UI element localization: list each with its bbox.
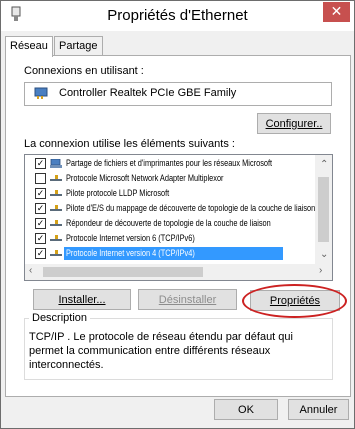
tab-partage[interactable]: Partage bbox=[54, 36, 103, 56]
list-item[interactable]: ✓ Pilote protocole LLDP Microsoft bbox=[25, 187, 315, 200]
item-checkbox[interactable]: ✓ bbox=[35, 158, 46, 169]
list-item[interactable]: ✓ Répondeur de découverte de topologie d… bbox=[25, 217, 315, 230]
scroll-up-icon[interactable]: ⌃ bbox=[320, 159, 328, 170]
item-label: Partage de fichiers et d'imprimantes pou… bbox=[66, 158, 273, 168]
vertical-scrollbar[interactable]: ⌃ ⌄ bbox=[315, 155, 332, 264]
install-button[interactable]: Installer... bbox=[33, 289, 131, 310]
vertical-scroll-thumb[interactable] bbox=[318, 177, 329, 242]
ethernet-properties-dialog: Propriétés d'Ethernet ✕ Réseau Partage C… bbox=[0, 0, 355, 429]
item-label: Protocole Microsoft Network Adapter Mult… bbox=[66, 173, 224, 183]
tab-reseau[interactable]: Réseau bbox=[5, 36, 53, 57]
protocol-icon bbox=[50, 190, 62, 196]
scroll-left-icon[interactable]: ‹ bbox=[29, 265, 32, 276]
list-item-selected[interactable]: ✓ Protocole Internet version 4 (TCP/IPv4… bbox=[25, 247, 315, 260]
connect-using-label: Connexions en utilisant : bbox=[24, 65, 144, 77]
item-label: Pilote d'E/S du mappage de découverte de… bbox=[66, 203, 316, 213]
item-checkbox[interactable] bbox=[35, 173, 46, 184]
item-checkbox[interactable]: ✓ bbox=[35, 233, 46, 244]
network-share-icon bbox=[50, 159, 62, 168]
item-label: Protocole Internet version 4 (TCP/IPv4) bbox=[66, 248, 195, 258]
horizontal-scrollbar[interactable]: ‹ › bbox=[25, 264, 332, 280]
list-item[interactable]: ✓ Pilote d'E/S du mappage de découverte … bbox=[25, 202, 315, 215]
item-label: Pilote protocole LLDP Microsoft bbox=[66, 188, 170, 198]
protocol-icon bbox=[50, 175, 62, 181]
ok-button[interactable]: OK bbox=[214, 399, 278, 420]
list-item[interactable]: Protocole Microsoft Network Adapter Mult… bbox=[25, 172, 315, 185]
scroll-down-icon[interactable]: ⌄ bbox=[320, 249, 328, 260]
configure-button-label: Configurer.. bbox=[265, 118, 323, 130]
adapter-box: Controller Realtek PCIe GBE Family bbox=[24, 82, 332, 106]
item-checkbox[interactable]: ✓ bbox=[35, 203, 46, 214]
list-item[interactable]: ✓ Protocole Internet version 6 (TCP/IPv6… bbox=[25, 232, 315, 245]
description-text: TCP/IP . Le protocole de réseau étendu p… bbox=[29, 331, 293, 371]
item-checkbox[interactable]: ✓ bbox=[35, 248, 46, 259]
uninstall-button[interactable]: Désinstaller bbox=[138, 289, 237, 310]
close-button[interactable]: ✕ bbox=[323, 2, 350, 22]
items-label: La connexion utilise les éléments suivan… bbox=[24, 138, 235, 150]
highlight-ellipse bbox=[242, 284, 347, 318]
uninstall-button-label: Désinstaller bbox=[158, 294, 217, 306]
description-label: Description bbox=[29, 312, 91, 324]
protocol-icon bbox=[50, 205, 62, 211]
protocol-icon bbox=[50, 235, 62, 241]
item-label: Protocole Internet version 6 (TCP/IPv6) bbox=[66, 233, 195, 243]
item-checkbox[interactable]: ✓ bbox=[35, 188, 46, 199]
cancel-button[interactable]: Annuler bbox=[288, 399, 349, 420]
title-bar: Propriétés d'Ethernet ✕ bbox=[1, 1, 354, 31]
protocol-icon bbox=[50, 250, 62, 256]
network-card-icon bbox=[34, 87, 48, 99]
protocol-icon bbox=[50, 220, 62, 226]
horizontal-scroll-thumb[interactable] bbox=[43, 267, 203, 277]
window-title: Propriétés d'Ethernet bbox=[107, 7, 248, 24]
item-checkbox[interactable]: ✓ bbox=[35, 218, 46, 229]
item-label: Répondeur de découverte de topologie de … bbox=[66, 218, 271, 228]
install-button-label: Installer... bbox=[58, 294, 106, 306]
adapter-name: Controller Realtek PCIe GBE Family bbox=[59, 87, 237, 99]
configure-button[interactable]: Configurer.. bbox=[257, 113, 331, 134]
list-item[interactable]: ✓ Partage de fichiers et d'imprimantes p… bbox=[25, 157, 315, 170]
scroll-right-icon[interactable]: › bbox=[319, 265, 322, 276]
components-list[interactable]: ✓ Partage de fichiers et d'imprimantes p… bbox=[24, 154, 333, 281]
